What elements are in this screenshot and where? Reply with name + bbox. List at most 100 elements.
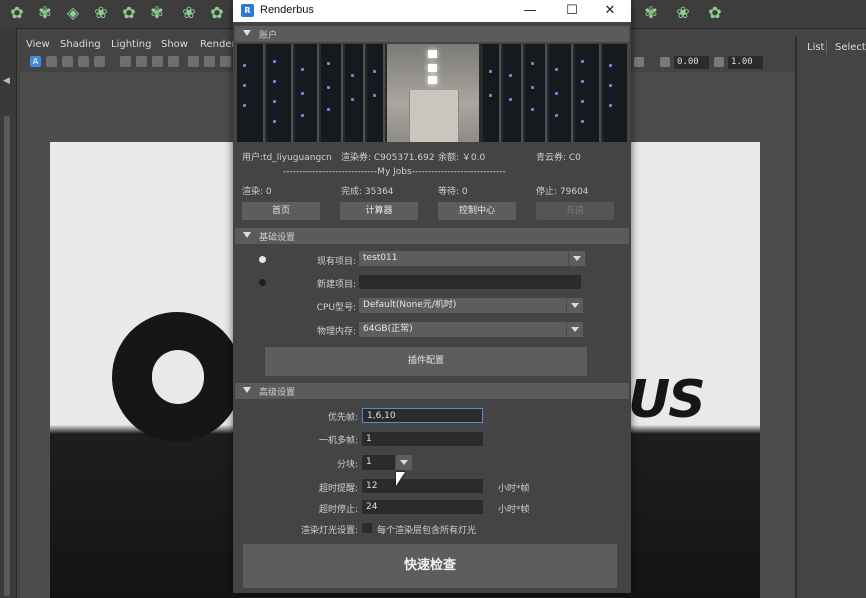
shelf-plant-icon[interactable]: ❀ — [90, 2, 112, 24]
shelf-plant-icon[interactable]: ❀ — [178, 2, 200, 24]
account-balance: 余额: ￥0.0 — [438, 153, 486, 163]
existing-project-value: test011 — [363, 253, 398, 263]
gamma-field[interactable]: 1.00 — [728, 56, 763, 69]
outliner-panel: List Selecte — [795, 36, 866, 598]
calculator-button[interactable]: 计算器 — [340, 202, 418, 220]
toolbar-icon[interactable] — [62, 56, 73, 67]
section-header-basic[interactable]: 基础设置 — [235, 228, 629, 244]
control-center-button[interactable]: 控制中心 — [438, 202, 516, 220]
recharge-button[interactable]: 充值 — [536, 202, 614, 220]
stat-rendering: 渲染: 0 — [242, 187, 272, 197]
renderbus-app-icon: R — [241, 4, 254, 17]
chevron-down-icon — [568, 251, 585, 266]
toolbar-icon[interactable] — [136, 56, 147, 67]
section-header-account[interactable]: 账户 — [235, 26, 629, 42]
toolbar-icon[interactable] — [220, 56, 231, 67]
myjobs-divider: -----------------------------My Jobs----… — [283, 167, 506, 177]
gamma-icon[interactable] — [714, 57, 724, 67]
renderbus-logo-r-inner — [152, 350, 204, 404]
shelf-plant-icon[interactable]: ✾ — [640, 2, 662, 24]
toolbar-icon[interactable] — [46, 56, 57, 67]
toolbar-icon[interactable] — [94, 56, 105, 67]
viewport-toolbar-right: 0.00 1.00 — [632, 54, 794, 72]
new-project-input[interactable] — [359, 275, 581, 289]
shelf-plant-icon[interactable]: ✿ — [6, 2, 28, 24]
section-label: 基础设置 — [259, 233, 296, 243]
outliner-selected-menu[interactable]: Selecte — [835, 42, 866, 53]
viewport-toolbar: A — [20, 54, 234, 72]
exposure-field[interactable]: 0.00 — [674, 56, 709, 69]
toolbar-icon[interactable] — [78, 56, 89, 67]
outliner-list-menu[interactable]: List — [807, 42, 824, 53]
menu-shading[interactable]: Shading — [60, 39, 101, 50]
menu-view[interactable]: View — [26, 39, 50, 50]
viewport-menubar: View Shading Lighting Show Render — [20, 36, 236, 54]
shelf-cube-icon[interactable]: ◈ — [62, 2, 84, 24]
existing-project-select[interactable]: test011 — [359, 251, 585, 266]
collapse-triangle-icon — [243, 387, 251, 393]
timeout-stop-label: 超时停止: — [318, 505, 358, 515]
new-project-radio[interactable] — [259, 279, 266, 286]
server-room-banner — [237, 44, 627, 142]
toolbar-icon[interactable] — [634, 57, 644, 67]
shelf-plant-icon[interactable]: ✾ — [34, 2, 56, 24]
shelf-plant-icon[interactable]: ❀ — [672, 2, 694, 24]
home-button[interactable]: 首页 — [242, 202, 320, 220]
menu-render[interactable]: Render — [200, 39, 236, 50]
toolbar-icon[interactable] — [168, 56, 179, 67]
stat-waiting: 等待: 0 — [438, 187, 468, 197]
memory-select[interactable]: 64GB(正常) — [359, 322, 583, 337]
account-green-credit: 青云券: C0 — [536, 153, 581, 163]
dialog-titlebar[interactable]: R Renderbus — ☐ ✕ — [233, 0, 631, 22]
plugin-config-button[interactable]: 插件配置 — [265, 347, 587, 376]
quick-check-button[interactable]: 快速检查 — [243, 544, 617, 588]
shelf-plant-icon[interactable]: ✿ — [206, 2, 228, 24]
renderbus-dialog: R Renderbus — ☐ ✕ 账户 用户:td_liyuguangcn 渲… — [233, 0, 631, 593]
light-setting-label: 渲染灯光设置: — [300, 526, 358, 536]
timeout-remind-input[interactable]: 12 — [362, 479, 483, 493]
maximize-button[interactable]: ☐ — [555, 0, 589, 22]
select-camera-icon[interactable]: A — [30, 56, 41, 67]
blocks-select[interactable]: 1 — [362, 455, 412, 470]
timeout-stop-unit: 小时*帧 — [498, 505, 530, 515]
blocks-value: 1 — [366, 457, 372, 467]
chevron-down-icon — [395, 455, 412, 470]
chevron-down-icon — [566, 322, 583, 337]
cpu-select[interactable]: Default(None元/机时) — [359, 298, 583, 313]
divider — [826, 40, 827, 54]
light-setting-checkbox-text: 每个渲染层包含所有灯光 — [377, 526, 477, 536]
section-label: 高级设置 — [259, 388, 296, 398]
toolbar-icon[interactable] — [120, 56, 131, 67]
account-user: 用户:td_liyuguangcn — [242, 153, 332, 163]
memory-value: 64GB(正常) — [363, 324, 413, 334]
close-button[interactable]: ✕ — [593, 0, 627, 22]
new-project-label: 新建项目: — [316, 280, 356, 290]
section-header-advanced[interactable]: 高级设置 — [235, 383, 629, 399]
shelf-plant-icon[interactable]: ✿ — [704, 2, 726, 24]
menu-lighting[interactable]: Lighting — [111, 39, 151, 50]
section-label: 账户 — [259, 31, 278, 41]
existing-project-radio[interactable] — [259, 256, 266, 263]
shelf-plant-icon[interactable]: ✾ — [146, 2, 168, 24]
toolbar-icon[interactable] — [188, 56, 199, 67]
left-scrollbar[interactable] — [4, 116, 10, 596]
cpu-label: CPU型号: — [316, 303, 356, 313]
existing-project-label: 现有项目: — [316, 257, 356, 267]
timeout-stop-input[interactable]: 24 — [362, 500, 483, 514]
exposure-icon[interactable] — [660, 57, 670, 67]
collapse-arrow-icon[interactable]: ◀ — [3, 76, 10, 86]
menu-show[interactable]: Show — [161, 39, 188, 50]
toolbar-icon[interactable] — [204, 56, 215, 67]
collapse-triangle-icon — [243, 232, 251, 238]
blocks-label: 分块: — [336, 460, 358, 470]
toolbar-icon[interactable] — [152, 56, 163, 67]
timeout-remind-unit: 小时*帧 — [498, 484, 530, 494]
multi-frame-input[interactable]: 1 — [362, 432, 483, 446]
priority-frames-input[interactable]: 1,6,10 — [362, 408, 483, 423]
chevron-down-icon — [566, 298, 583, 313]
timeout-remind-label: 超时提醒: — [318, 484, 358, 494]
minimize-button[interactable]: — — [513, 0, 547, 22]
collapse-triangle-icon — [243, 30, 251, 36]
light-setting-checkbox[interactable] — [362, 523, 372, 533]
shelf-plant-icon[interactable]: ✿ — [118, 2, 140, 24]
